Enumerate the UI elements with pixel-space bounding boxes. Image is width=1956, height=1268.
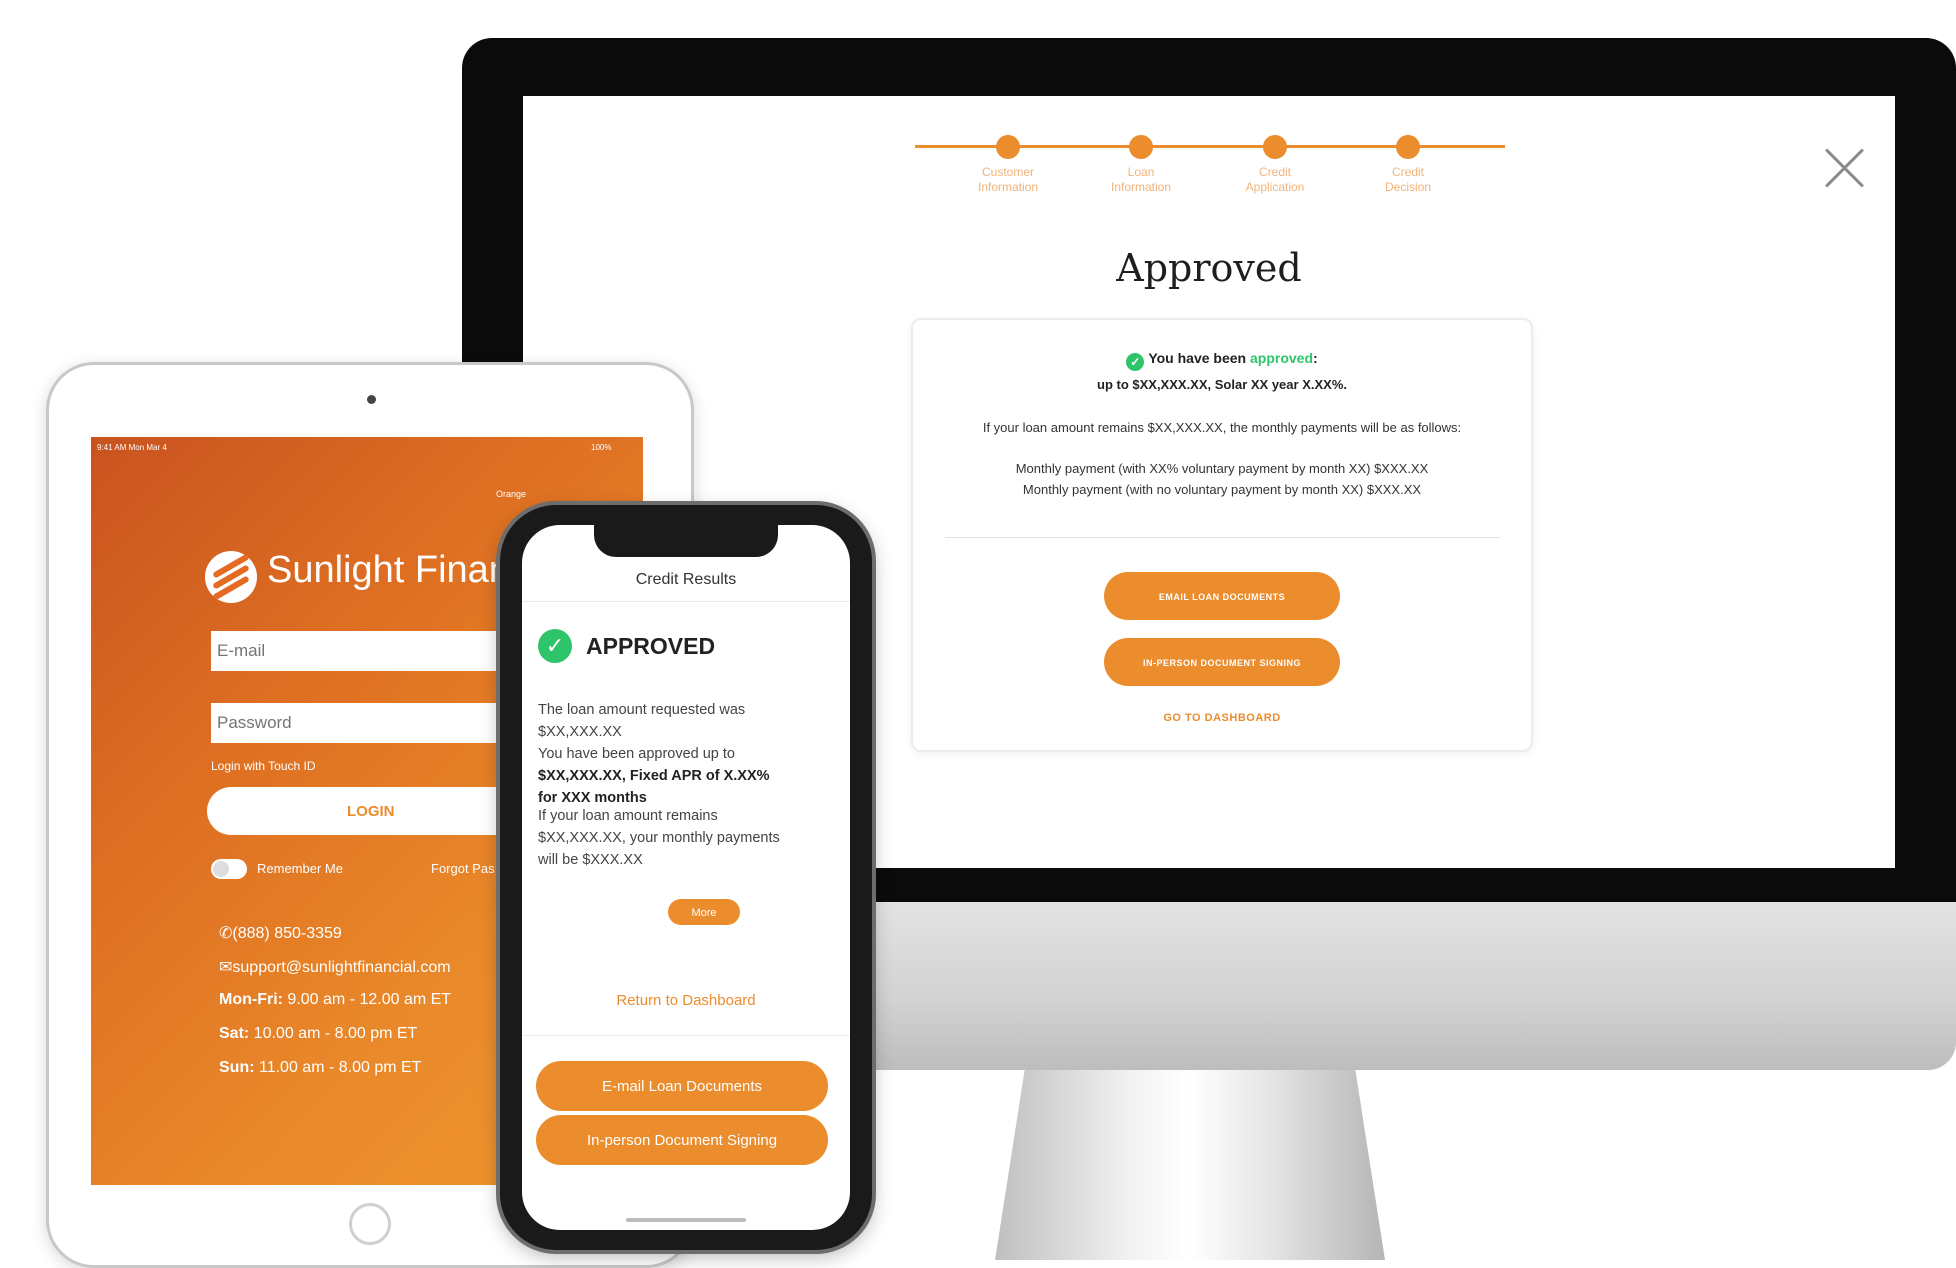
- support-email: ✉support@sunlightfinancial.com: [219, 959, 451, 976]
- hours-weekday: Mon-Fri: 9.00 am - 12.00 am ET: [219, 991, 452, 1008]
- mail-icon: ✉: [219, 959, 233, 976]
- step-dot: [996, 135, 1020, 159]
- step-label: Loan Information: [1110, 165, 1172, 194]
- screen-title: Credit Results: [635, 571, 737, 588]
- forgot-password-link[interactable]: Forgot Pas: [431, 861, 495, 876]
- remember-me-label: Remember Me: [257, 861, 343, 876]
- step-dot: [1263, 135, 1287, 159]
- logo-subtitle: Orange: [496, 489, 527, 499]
- in-person-document-signing-button[interactable]: In-person Document Signing: [536, 1115, 828, 1165]
- check-circle-icon: ✓: [538, 629, 572, 663]
- go-to-dashboard-link[interactable]: GO TO DASHBOARD: [913, 712, 1531, 724]
- return-to-dashboard-link[interactable]: Return to Dashboard: [522, 992, 850, 1009]
- approved-label: APPROVED: [586, 633, 716, 659]
- phone-icon: ✆: [219, 925, 233, 942]
- page-title: Approved: [1116, 246, 1302, 290]
- remember-me-toggle[interactable]: [211, 859, 247, 879]
- status-battery: 100%: [591, 443, 612, 452]
- step-customer-information[interactable]: Customer Information: [953, 135, 1063, 195]
- phone-device: Credit Results ✓ APPROVED The loan amoun…: [500, 505, 872, 1250]
- step-dot: [1129, 135, 1153, 159]
- step-label: Customer Information: [977, 165, 1039, 194]
- close-icon[interactable]: [1823, 146, 1867, 190]
- monitor-stand: [995, 1060, 1385, 1260]
- approval-amount: up to $XX,XXX.XX, Solar XX year X.XX%.: [1097, 377, 1347, 392]
- divider: [944, 537, 1500, 538]
- progress-stepper: Customer Information Loan Information Cred…: [915, 132, 1505, 222]
- step-label: Credit Application: [1245, 165, 1305, 194]
- logo-text: Sunlight Financ: [267, 549, 529, 591]
- step-dot: [1396, 135, 1420, 159]
- support-phone: ✆(888) 850-3359: [219, 925, 342, 942]
- payment-without-voluntary: Monthly payment (with no voluntary payme…: [1022, 482, 1422, 497]
- step-label: Credit Decision: [1384, 165, 1432, 194]
- home-button[interactable]: [349, 1203, 391, 1245]
- hours-saturday: Sat: 10.00 am - 8.00 pm ET: [219, 1025, 418, 1042]
- result-card: ✓ You have been approved: up to $XX,XXX.X…: [911, 318, 1533, 752]
- sun-logo-icon: [205, 551, 257, 603]
- payment-intro: If your loan amount remains $XX,XXX.XX, …: [982, 420, 1462, 435]
- divider: [522, 1035, 850, 1036]
- monthly-payment-text: If your loan amount remains $XX,XXX.XX, …: [538, 808, 780, 868]
- step-loan-information[interactable]: Loan Information: [1086, 135, 1196, 195]
- camera: [367, 395, 376, 404]
- email-loan-documents-button[interactable]: EMAIL LOAN DOCUMENTS: [1104, 572, 1340, 620]
- status-time: 9:41 AM Mon Mar 4: [97, 443, 167, 452]
- email-loan-documents-button[interactable]: E-mail Loan Documents: [536, 1061, 828, 1111]
- step-credit-decision[interactable]: Credit Decision: [1353, 135, 1463, 195]
- in-person-document-signing-button[interactable]: IN-PERSON DOCUMENT SIGNING: [1104, 638, 1340, 686]
- more-button[interactable]: More: [668, 899, 740, 925]
- payment-with-voluntary: Monthly payment (with XX% voluntary paym…: [1015, 461, 1429, 476]
- step-credit-application[interactable]: Credit Application: [1220, 135, 1330, 195]
- check-circle-icon: ✓: [1126, 353, 1145, 371]
- hours-sunday: Sun: 11.00 am - 8.00 pm ET: [219, 1059, 422, 1076]
- phone-notch: [594, 525, 778, 557]
- phone-screen: Credit Results ✓ APPROVED The loan amoun…: [522, 525, 850, 1230]
- approval-message: ✓ You have been approved:: [913, 350, 1531, 371]
- touch-id-link[interactable]: Login with Touch ID: [211, 759, 316, 773]
- loan-requested-text: The loan amount requested was $XX,XXX.XX…: [538, 702, 770, 806]
- divider: [522, 601, 850, 602]
- home-indicator: [626, 1218, 746, 1222]
